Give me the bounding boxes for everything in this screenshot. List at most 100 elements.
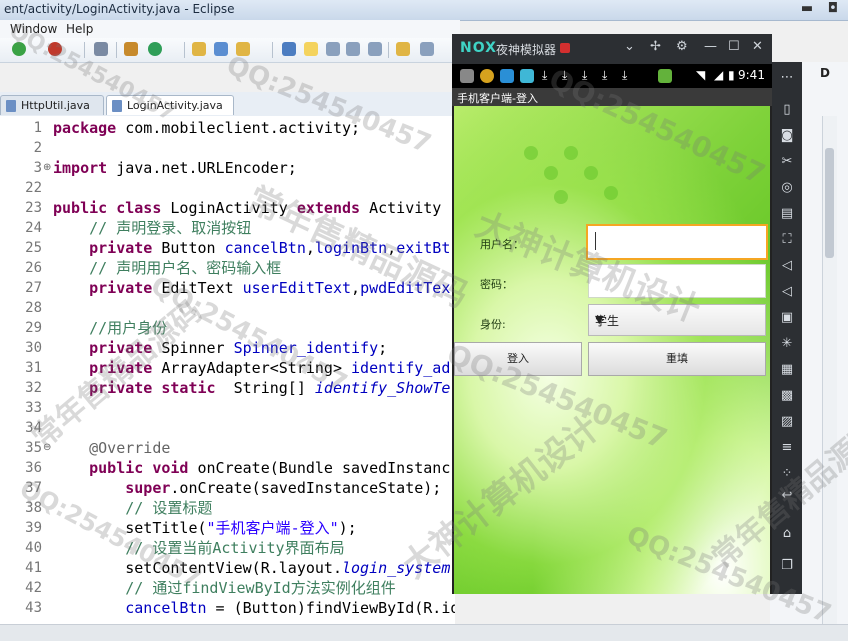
code-line[interactable]: 38 // 设置标题 <box>0 498 455 518</box>
code-line[interactable]: 39 setTitle("手机客户端-登入"); <box>0 518 455 538</box>
code-token: pwdEditTex <box>360 279 451 297</box>
menu-bar: Window Help <box>0 20 460 38</box>
back-icon[interactable] <box>420 42 434 56</box>
recent-apps-icon[interactable]: ❐ <box>779 558 795 574</box>
more-icon[interactable]: ⋯ <box>779 70 795 86</box>
code-line[interactable]: 24 // 声明登录、取消按钮 <box>0 218 455 238</box>
code-line[interactable]: 26 // 声明用户名、密码输入框 <box>0 258 455 278</box>
code-line[interactable]: 25 private Button cancelBtn,loginBtn,exi… <box>0 238 455 258</box>
code-line[interactable]: 37 super.onCreate(savedInstanceState); <box>0 478 455 498</box>
block-select-icon[interactable] <box>346 42 360 56</box>
password-field[interactable] <box>588 264 766 298</box>
username-field[interactable] <box>586 224 768 260</box>
download-icon: ⤓ <box>542 68 548 82</box>
emulator-name: 夜神模拟器 <box>496 43 557 57</box>
code-line[interactable]: 27 private EditText userEditText,pwdEdit… <box>0 278 455 298</box>
code-line[interactable]: 35 ⊖ @Override <box>0 438 455 458</box>
code-line[interactable]: 32 private static String[] identify_Show… <box>0 378 455 398</box>
keyboard-icon[interactable]: ▤ <box>779 206 795 222</box>
open-type-icon[interactable] <box>214 42 228 56</box>
next-annotation-icon[interactable] <box>396 42 410 56</box>
code-token: , <box>305 239 315 257</box>
tab-loginactivity[interactable]: LoginActivity.java ⊠ <box>106 95 234 132</box>
menu-help[interactable]: Help <box>66 22 93 36</box>
tab-httputil[interactable]: HttpUtil.java <box>0 95 104 115</box>
vertical-scrollbar[interactable] <box>822 116 837 624</box>
scrollbar-thumb[interactable] <box>825 148 834 258</box>
macro-icon[interactable]: ▩ <box>779 388 795 404</box>
identity-spinner[interactable]: 学生 ▼ <box>588 304 766 336</box>
fullscreen-icon[interactable]: ⛶ <box>779 232 795 248</box>
pin-icon[interactable] <box>94 42 108 56</box>
toolbar-separator <box>388 42 389 58</box>
code-line[interactable]: 42 // 通过findViewById方法实例化组件 <box>0 578 455 598</box>
code-line[interactable]: 30 private Spinner Spinner_identify; <box>0 338 455 358</box>
screenshot-icon[interactable]: ▣ <box>779 310 795 326</box>
chevron-down-icon[interactable]: ⌄ <box>624 39 635 54</box>
phone-icon[interactable]: ▯ <box>779 102 795 118</box>
code-line[interactable]: 31 private ArrayAdapter<String> identify… <box>0 358 455 378</box>
code-line[interactable]: 43 cancelBtn = (Button)findViewById(R.id… <box>0 598 455 618</box>
maximize-button[interactable]: ◘ <box>820 1 846 16</box>
pin-icon[interactable]: ✢ <box>650 39 661 54</box>
back-icon[interactable]: ↩ <box>779 488 795 504</box>
code-line[interactable]: 33 <box>0 398 455 418</box>
background-decoration <box>524 146 538 160</box>
app-title: 手机客户端-登入 <box>457 92 538 105</box>
fold-toggle-icon[interactable]: ⊕ <box>43 162 51 173</box>
debug-icon[interactable] <box>48 42 62 56</box>
alert-icon[interactable] <box>560 43 570 53</box>
scissors-icon[interactable]: ✂ <box>779 154 795 170</box>
minimize-icon[interactable]: — <box>704 39 717 54</box>
reset-button[interactable]: 重填 <box>588 342 766 376</box>
code-line[interactable]: 28 <box>0 298 455 318</box>
code-line[interactable]: 3 ⊕ import java.net.URLEncoder; <box>0 158 455 178</box>
code-editor[interactable]: 1 package com.mobileclient.activity; 2 3 ⊕ im… <box>0 116 455 624</box>
code-token: super <box>53 479 171 497</box>
app-notification-icon <box>500 69 514 83</box>
shake-icon[interactable]: ✳ <box>779 336 795 352</box>
perspective-label[interactable]: D <box>820 66 830 80</box>
line-number: 34 <box>25 420 42 436</box>
code-line[interactable]: 1 package com.mobileclient.activity; <box>0 118 455 138</box>
code-token: private <box>53 239 153 257</box>
code-line[interactable]: 23 public class LoginActivity extends Act… <box>0 198 455 218</box>
code-token: Spinner_identify <box>233 339 379 357</box>
volume-up-icon[interactable]: ◁ <box>779 258 795 274</box>
volume-down-icon[interactable]: ◁ <box>779 284 795 300</box>
record-icon[interactable]: ▦ <box>779 362 795 378</box>
minimize-button[interactable]: ▬ <box>794 1 820 16</box>
highlight-icon[interactable] <box>304 42 318 56</box>
code-line[interactable]: 41 setContentView(R.layout.login_system <box>0 558 455 578</box>
maximize-icon[interactable]: ☐ <box>728 39 740 54</box>
whitespace-icon[interactable] <box>368 42 382 56</box>
menu-icon[interactable]: ≡ <box>779 440 795 456</box>
code-line[interactable]: 34 <box>0 418 455 438</box>
code-token: extends <box>296 199 361 217</box>
editor-tab-strip: HttpUtil.java LoginActivity.java ⊠ <box>0 92 455 132</box>
code-line[interactable]: 40 // 设置当前Activity界面布局 <box>0 538 455 558</box>
horizontal-scrollbar[interactable] <box>0 624 848 641</box>
multi-instance-icon[interactable]: ▨ <box>779 414 795 430</box>
gear-icon[interactable]: ⚙ <box>676 39 688 54</box>
login-button[interactable]: 登入 <box>454 342 582 376</box>
code-line[interactable]: 2 <box>0 138 455 158</box>
close-icon[interactable]: ✕ <box>752 39 763 54</box>
toggle-icon[interactable] <box>326 42 340 56</box>
robot-icon[interactable]: ◙ <box>779 128 795 144</box>
annotation-icon[interactable] <box>282 42 296 56</box>
code-token: identify_ad <box>351 359 451 377</box>
build-icon[interactable] <box>124 42 138 56</box>
search-icon[interactable] <box>236 42 250 56</box>
fold-toggle-icon[interactable]: ⊖ <box>43 442 51 453</box>
run-icon[interactable] <box>12 42 26 56</box>
tools-icon[interactable]: ⁘ <box>779 466 795 482</box>
menu-window[interactable]: Window <box>10 22 57 36</box>
code-line[interactable]: 22 <box>0 178 455 198</box>
code-line[interactable]: 29 //用户身份 <box>0 318 455 338</box>
new-class-icon[interactable] <box>148 42 162 56</box>
code-line[interactable]: 36 public void onCreate(Bundle savedInst… <box>0 458 455 478</box>
home-icon[interactable]: ⌂ <box>779 526 795 542</box>
open-folder-icon[interactable] <box>192 42 206 56</box>
location-icon[interactable]: ◎ <box>779 180 795 196</box>
